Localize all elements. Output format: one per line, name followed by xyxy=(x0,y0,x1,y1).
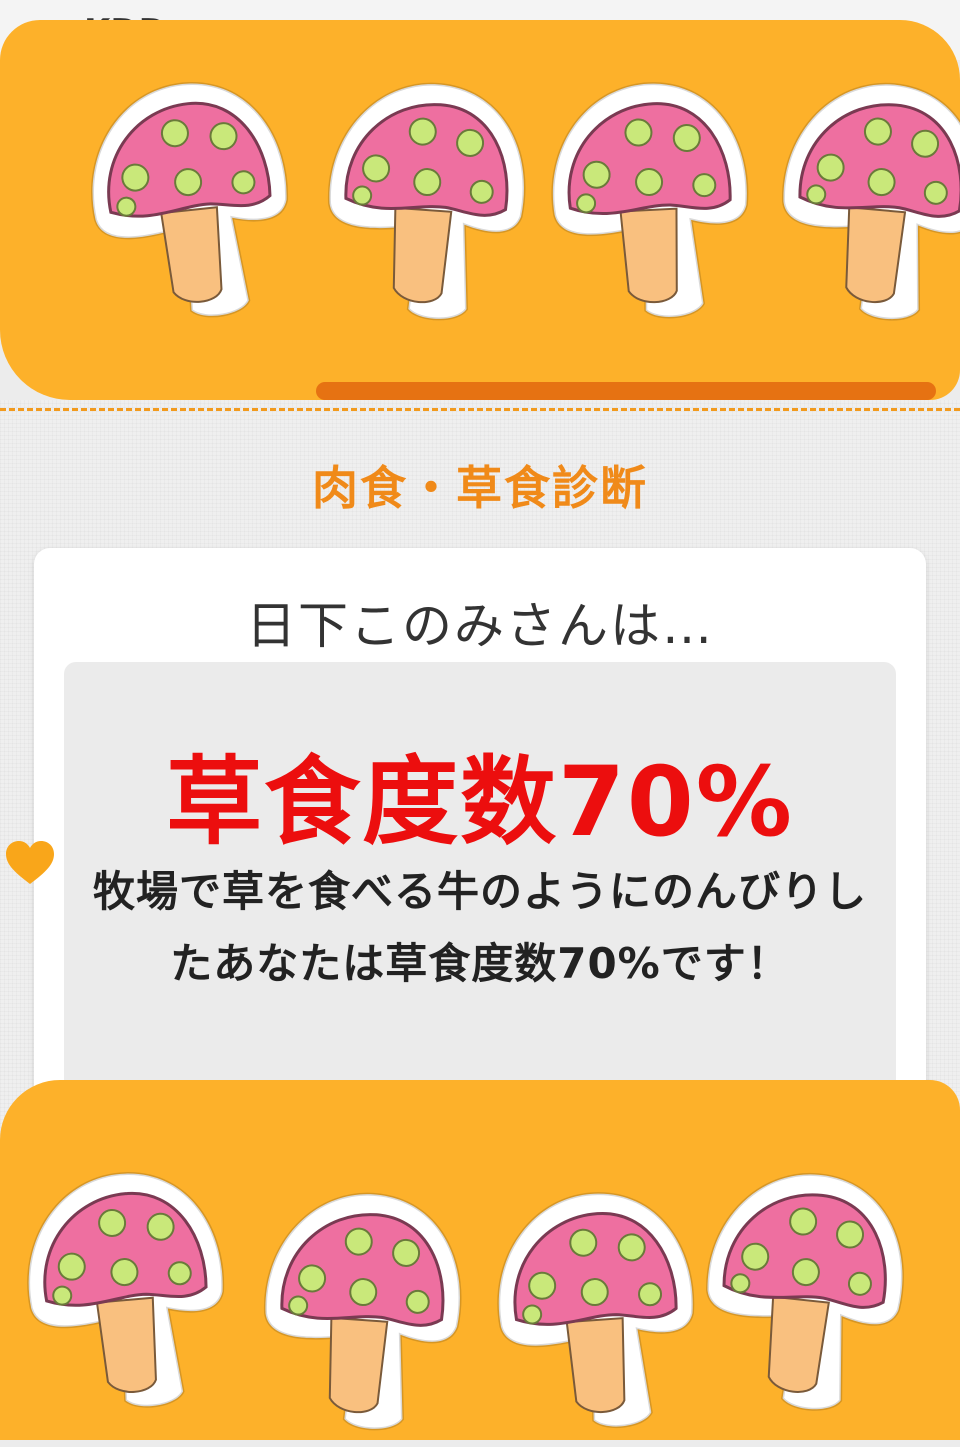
result-description: 牧場で草を食べる牛のようにのんびりしたあなたは草食度数70%です！ xyxy=(92,867,867,988)
mushroom-icon xyxy=(705,1172,904,1411)
mushroom-icon xyxy=(91,82,289,318)
mushroom-icon xyxy=(497,1192,695,1429)
mushroom-icon xyxy=(781,82,960,321)
orange-tab-bar xyxy=(316,382,936,400)
result-subject: 日下このみさんは… xyxy=(246,597,714,655)
page-title: 肉食・草食診断 xyxy=(312,461,648,515)
result-headline: 草食度数70% xyxy=(166,746,794,858)
dashed-divider xyxy=(0,408,960,411)
heart-icon xyxy=(6,841,54,884)
mushroom-icon xyxy=(551,82,749,319)
mushroom-icon xyxy=(264,1192,462,1431)
mushroom-icon xyxy=(27,1172,225,1408)
mushroom-icon xyxy=(328,82,526,321)
